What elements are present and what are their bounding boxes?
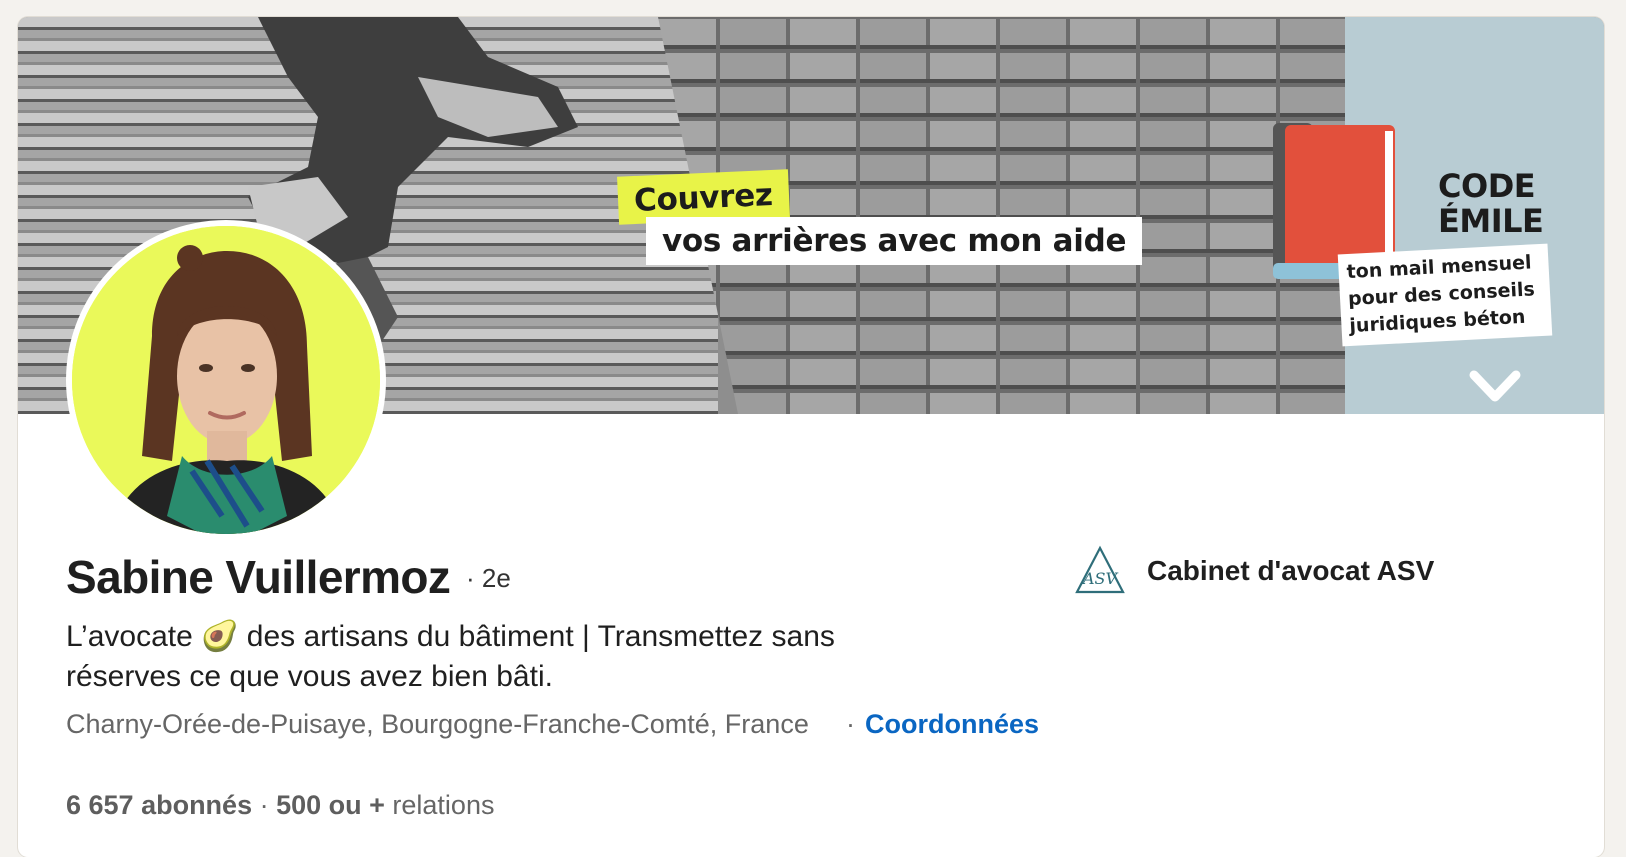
newsletter-title-line2: ÉMILE — [1438, 202, 1544, 240]
avatar-portrait — [72, 226, 380, 534]
newsletter-subtitle: ton mail mensuel pour des conseils jurid… — [1337, 243, 1553, 347]
profile-location: Charny-Orée-de-Puisaye, Bourgogne-Franch… — [66, 709, 809, 739]
company-name: Cabinet d'avocat ASV — [1147, 555, 1435, 586]
stats-separator: · — [252, 790, 277, 820]
contact-info-link[interactable]: Coordonnées — [865, 707, 1043, 741]
company-logo-text: ASV — [1081, 569, 1119, 588]
profile-headline: L’avocate 🥑 des artisans du bâtiment | T… — [66, 617, 946, 697]
connections-count[interactable]: 500 ou + — [276, 790, 385, 820]
company-logo-icon: ASV — [1075, 545, 1125, 594]
profile-stats: 6 657 abonnés · 500 ou + relations — [66, 790, 494, 821]
headline-text-start: L’avocate — [66, 620, 202, 653]
chevron-down-icon — [1469, 370, 1521, 402]
avatar[interactable] — [66, 220, 386, 540]
contact-separator: · — [846, 709, 855, 739]
followers-count[interactable]: 6 657 abonnés — [66, 790, 252, 820]
profile-name: Sabine Vuillermoz — [66, 551, 451, 603]
avatar-photo — [72, 226, 380, 534]
avocado-emoji: 🥑 — [201, 620, 239, 653]
connections-label: relations — [384, 790, 495, 820]
profile-card: Couvrez vos arrières avec mon aide CODE … — [18, 17, 1604, 857]
current-company[interactable]: ASV Cabinet d'avocat ASV — [1073, 544, 1434, 598]
banner-tagline: vos arrières avec mon aide — [646, 217, 1143, 265]
newsletter-title-line1: CODE — [1438, 167, 1536, 205]
connection-degree: · 2e — [466, 563, 511, 593]
newsletter-title: CODE ÉMILE — [1438, 167, 1544, 240]
